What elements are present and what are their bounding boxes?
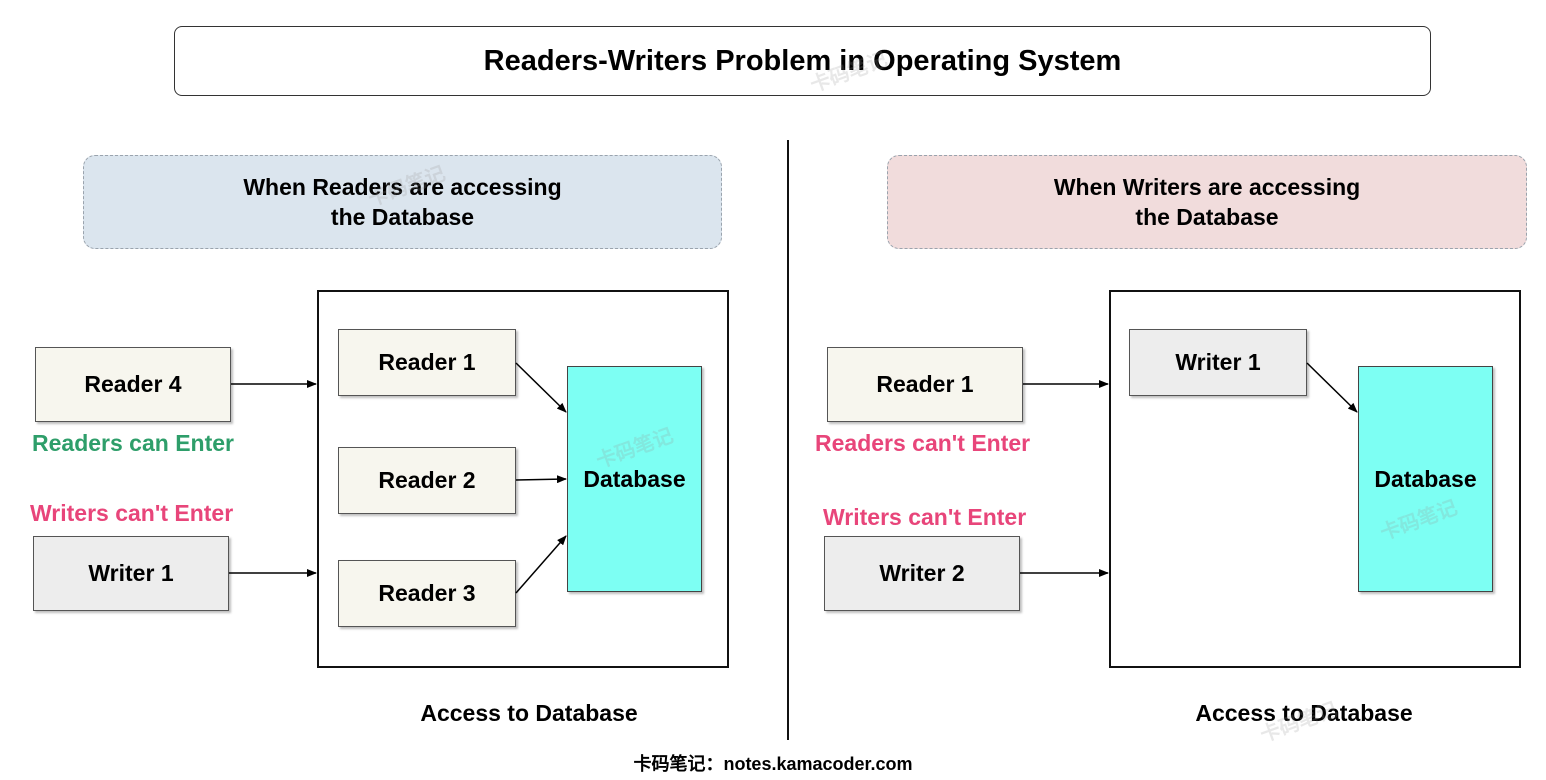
arrow-writer1-to-db (1306, 362, 1358, 413)
arrow-reader3-to-db (515, 535, 567, 594)
arrow-reader1-to-db (515, 362, 567, 413)
arrow-reader2-to-db (515, 475, 567, 484)
footer-source: 卡码笔记：notes.kamacoder.com (633, 754, 913, 774)
connector-arrows (229, 362, 1358, 594)
